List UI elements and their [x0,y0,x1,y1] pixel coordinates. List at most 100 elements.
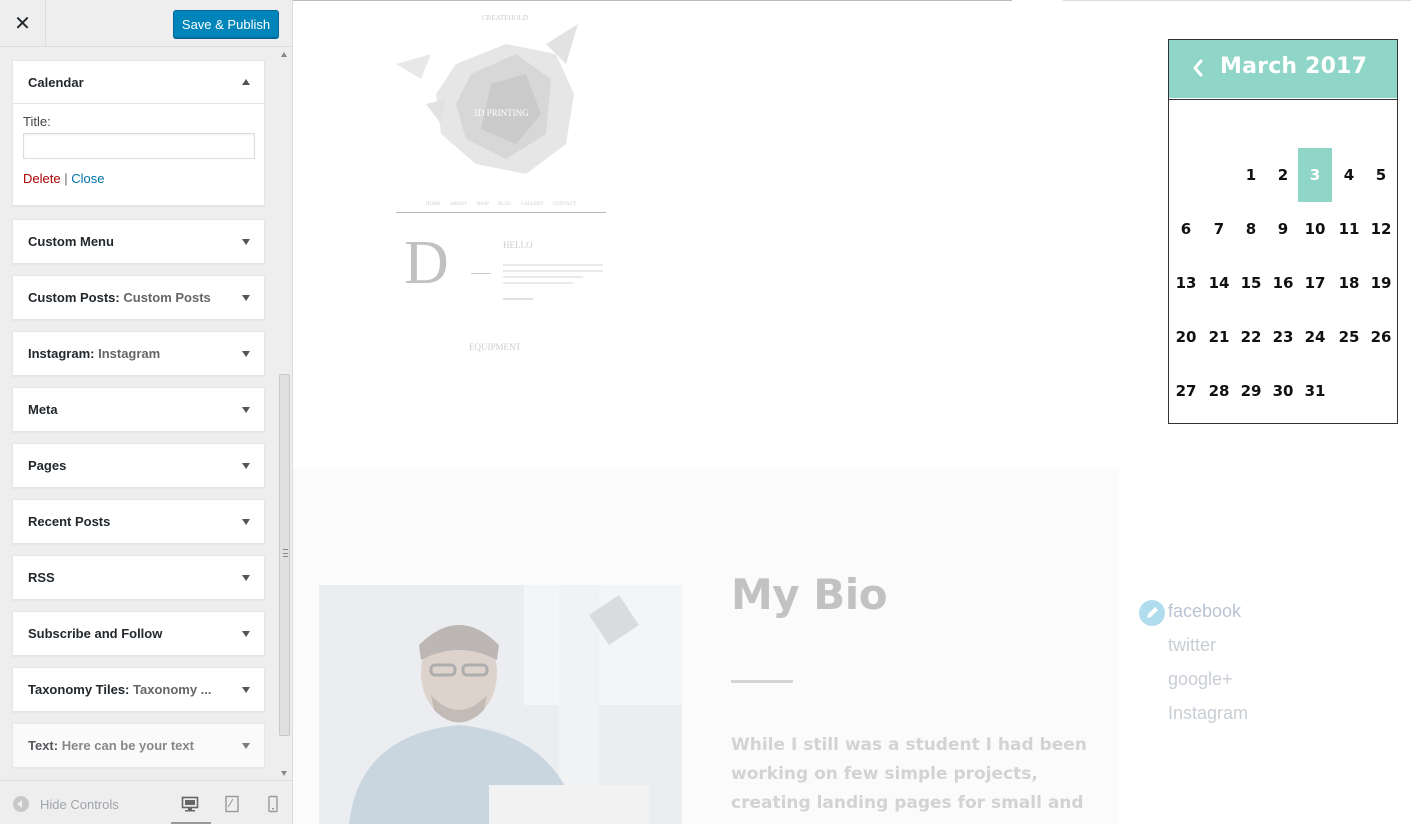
calendar-day[interactable]: 31 [1298,364,1332,418]
calendar-day[interactable]: 11 [1332,202,1366,256]
thumbnail-nav-item: HOME [426,202,441,207]
widget-title: Text: Here can be your text [28,738,194,753]
calendar-day[interactable]: 19 [1364,256,1398,310]
widget-header[interactable]: Text: Here can be your text [13,724,264,767]
widget-custom-menu[interactable]: Custom Menu [12,219,265,264]
expand-arrow-icon[interactable] [242,406,250,413]
calendar-day[interactable]: 6 [1169,202,1203,256]
calendar-widget-header[interactable]: Calendar [13,61,264,104]
calendar-day[interactable]: 3 [1298,148,1332,202]
widget-header[interactable]: Custom Posts: Custom Posts [13,276,264,319]
polygon-sphere-image: 3D PRINTING [396,24,578,174]
customizer-sidebar: ✕ Save & Publish Calendar Title: Delete … [0,0,293,824]
calendar-day[interactable]: 28 [1202,364,1236,418]
calendar-day[interactable]: 10 [1298,202,1332,256]
chevron-left-icon[interactable] [1191,58,1205,78]
calendar-day[interactable]: 25 [1332,310,1366,364]
widget-header[interactable]: Custom Menu [13,220,264,263]
widget-header[interactable]: Recent Posts [13,500,264,543]
widget-subscribe-follow[interactable]: Subscribe and Follow [12,611,265,656]
calendar-day[interactable]: 9 [1266,202,1300,256]
widget-header[interactable]: Taxonomy Tiles: Taxonomy ... [13,668,264,711]
widget-header[interactable]: RSS [13,556,264,599]
expand-arrow-icon[interactable] [242,686,250,693]
calendar-day[interactable]: 15 [1234,256,1268,310]
widget-pages[interactable]: Pages [12,443,265,488]
expand-arrow-icon[interactable] [242,742,250,749]
calendar-day[interactable]: 21 [1202,310,1236,364]
calendar-day[interactable]: 7 [1202,202,1236,256]
calendar-day[interactable]: 14 [1202,256,1236,310]
calendar-day[interactable]: 8 [1234,202,1268,256]
thumbnail-top-label: CREATEHOLD [482,14,528,22]
calendar-day[interactable]: 20 [1169,310,1203,364]
desktop-icon[interactable] [181,795,199,813]
social-link-instagram[interactable]: Instagram [1168,703,1248,724]
social-link-twitter[interactable]: twitter [1168,635,1216,656]
tablet-icon[interactable] [223,795,241,813]
thumbnail-dash [471,273,491,274]
calendar-day[interactable]: 30 [1266,364,1300,418]
delete-link[interactable]: Delete [23,171,61,186]
widget-instagram[interactable]: Instagram: Instagram [12,331,265,376]
widget-recent-posts[interactable]: Recent Posts [12,499,265,544]
calendar-day[interactable]: 24 [1298,310,1332,364]
edit-pencil-icon[interactable] [1139,600,1165,626]
widget-header[interactable]: Subscribe and Follow [13,612,264,655]
close-icon: ✕ [14,13,31,35]
widget-custom-posts[interactable]: Custom Posts: Custom Posts [12,275,265,320]
calendar-day[interactable]: 1 [1234,148,1268,202]
expand-arrow-icon[interactable] [242,462,250,469]
calendar-day[interactable]: 29 [1234,364,1268,418]
widget-taxonomy-tiles[interactable]: Taxonomy Tiles: Taxonomy ... [12,667,265,712]
save-publish-button[interactable]: Save & Publish [173,10,279,38]
calendar-day[interactable]: 23 [1266,310,1300,364]
calendar-day[interactable]: 4 [1332,148,1366,202]
widget-header[interactable]: Instagram: Instagram [13,332,264,375]
collapse-arrow-icon[interactable] [242,79,250,85]
expand-arrow-icon[interactable] [242,350,250,357]
title-field[interactable] [23,133,255,159]
calendar-day[interactable]: 17 [1298,256,1332,310]
hide-controls-button[interactable]: Hide Controls [13,796,119,812]
thumbnail-nav-item: CONTACT [552,202,576,207]
calendar-day[interactable]: 13 [1169,256,1203,310]
thumbnail-rule [396,212,606,213]
widget-title: Custom Posts: Custom Posts [28,290,211,305]
calendar-day[interactable]: 22 [1234,310,1268,364]
widget-header[interactable]: Pages [13,444,264,487]
widget-text[interactable]: Text: Here can be your text [12,723,265,768]
widget-actions: Delete | Close [23,171,254,186]
calendar-day[interactable]: 18 [1332,256,1366,310]
social-link-facebook[interactable]: facebook [1168,601,1241,622]
scrollbar-thumb[interactable] [279,374,290,736]
mobile-icon[interactable] [264,795,282,813]
expand-arrow-icon[interactable] [242,294,250,301]
calendar-day[interactable]: 5 [1364,148,1398,202]
thumbnail-hero-label: 3D PRINTING [473,108,529,118]
site-preview: CREATEHOLD 3D PRINTING HOME ABOUT SHOP B… [293,0,1411,824]
widget-meta[interactable]: Meta [12,387,265,432]
calendar-day[interactable]: 16 [1266,256,1300,310]
expand-arrow-icon[interactable] [242,518,250,525]
divider [1063,0,1411,1]
expand-arrow-icon[interactable] [242,630,250,637]
calendar-day[interactable]: 27 [1169,364,1203,418]
expand-arrow-icon[interactable] [242,574,250,581]
social-link-google-plus[interactable]: google+ [1168,669,1233,690]
calendar-day[interactable]: 12 [1364,202,1398,256]
calendar-day[interactable]: 26 [1364,310,1398,364]
close-link[interactable]: Close [71,171,104,186]
calendar-day[interactable]: 2 [1266,148,1300,202]
thumbnail-nav: HOME ABOUT SHOP BLOG GALLERY CONTACT [426,202,576,207]
calendar-header: March 2017 [1169,40,1397,98]
widget-rss[interactable]: RSS [12,555,265,600]
scroll-down-arrow-icon[interactable] [281,771,287,776]
sidebar-scrollbar[interactable] [277,48,292,780]
widget-header[interactable]: Meta [13,388,264,431]
scroll-up-arrow-icon[interactable] [281,52,287,57]
close-customizer-button[interactable]: ✕ [0,0,46,47]
widget-title: Pages [28,458,67,473]
expand-arrow-icon[interactable] [242,238,250,245]
thumbnail-nav-item: SHOP [476,202,489,207]
